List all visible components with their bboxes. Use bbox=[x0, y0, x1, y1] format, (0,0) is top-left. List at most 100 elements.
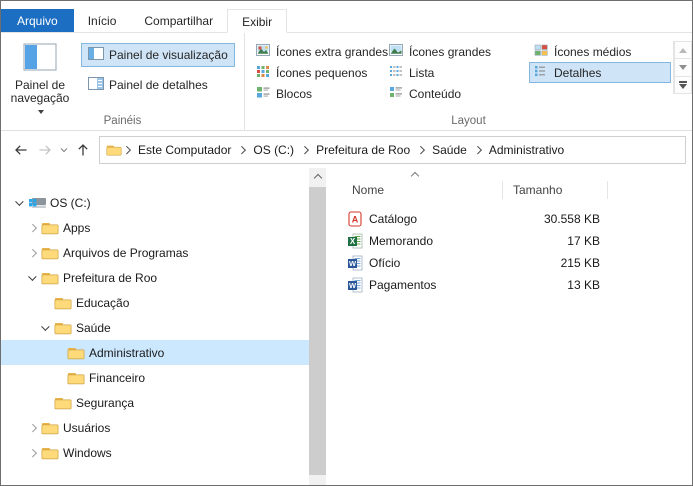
gallery-scroll-down-button[interactable] bbox=[674, 59, 692, 77]
tree-item-prefeitura-de-roo[interactable]: Prefeitura de Roo bbox=[1, 265, 309, 290]
details-pane-toggle[interactable]: Painel de detalhes bbox=[81, 73, 235, 97]
gallery-more-button[interactable] bbox=[674, 76, 692, 94]
tree-item-windows[interactable]: Windows bbox=[1, 440, 309, 465]
small-icons-label: Ícones pequenos bbox=[276, 65, 368, 80]
folder-icon bbox=[40, 271, 60, 285]
file-size: 30.558 KB bbox=[543, 212, 600, 226]
file-explorer-window: Arquivo Início Compartilhar Exibir Paine… bbox=[0, 0, 693, 486]
address-box[interactable]: Este Computador OS (C:) Prefeitura de Ro… bbox=[99, 135, 686, 164]
pdf-file-icon: A bbox=[347, 211, 363, 227]
file-size: 13 KB bbox=[567, 278, 600, 292]
tiles-icon bbox=[256, 86, 270, 101]
back-button[interactable] bbox=[9, 138, 33, 162]
tree-item-label: Apps bbox=[63, 220, 91, 235]
file-list-header: Nome Tamanho bbox=[346, 180, 692, 200]
file-row-oficio[interactable]: W Ofício 215 KB bbox=[346, 252, 692, 274]
forward-button[interactable] bbox=[33, 138, 57, 162]
svg-text:A: A bbox=[352, 215, 359, 225]
view-medium-icons[interactable]: Ícones médios bbox=[529, 41, 671, 62]
chevron-expanded-icon[interactable] bbox=[39, 321, 53, 335]
breadcrumb-separator-icon bbox=[237, 145, 247, 155]
file-size: 215 KB bbox=[560, 256, 600, 270]
gallery-scrollbar bbox=[673, 41, 692, 94]
chevron-down-icon bbox=[60, 147, 68, 152]
view-content[interactable]: Conteúdo bbox=[384, 83, 529, 104]
view-tiles[interactable]: Blocos bbox=[251, 83, 384, 104]
tiles-label: Blocos bbox=[276, 86, 313, 101]
tab-compartilhar[interactable]: Compartilhar bbox=[130, 9, 227, 32]
breadcrumb-os-c[interactable]: OS (C:) bbox=[247, 140, 300, 160]
chevron-expanded-icon[interactable] bbox=[26, 271, 40, 285]
breadcrumb-prefeitura-de-roo[interactable]: Prefeitura de Roo bbox=[310, 140, 416, 160]
tree-item-label: Saúde bbox=[76, 320, 111, 335]
scrollbar-thumb[interactable] bbox=[309, 187, 326, 475]
group-label-paineis: Painéis bbox=[103, 115, 142, 127]
file-row-pagamentos[interactable]: W Pagamentos 13 KB bbox=[346, 274, 692, 296]
view-extra-large-icons[interactable]: Ícones extra grandes bbox=[251, 41, 388, 62]
chevron-collapsed-icon[interactable] bbox=[26, 221, 40, 235]
chevron-collapsed-icon[interactable] bbox=[26, 421, 40, 435]
breadcrumb-administrativo[interactable]: Administrativo bbox=[483, 140, 570, 160]
navigation-pane-button[interactable]: Painel de navegação bbox=[7, 39, 73, 114]
tree-item-label: Usuários bbox=[63, 420, 111, 435]
tree-item-saude[interactable]: Saúde bbox=[1, 315, 309, 340]
breadcrumb-este-computador[interactable]: Este Computador bbox=[132, 140, 237, 160]
preview-pane-toggle[interactable]: Painel de visualização bbox=[81, 43, 235, 67]
column-header-nome[interactable]: Nome bbox=[346, 181, 503, 199]
tree-item-administrativo[interactable]: Administrativo bbox=[1, 340, 309, 365]
back-arrow-icon bbox=[15, 144, 27, 155]
large-icons-icon bbox=[389, 44, 403, 59]
breadcrumb-separator-icon bbox=[416, 145, 426, 155]
folder-icon bbox=[53, 296, 73, 310]
tree-item-apps[interactable]: Apps bbox=[1, 215, 309, 240]
tree-item-label: Educação bbox=[76, 295, 130, 310]
tab-inicio[interactable]: Início bbox=[74, 9, 131, 32]
recent-locations-button[interactable] bbox=[57, 138, 71, 162]
view-large-icons[interactable]: Ícones grandes bbox=[384, 41, 529, 62]
gallery-scroll-up-button[interactable] bbox=[674, 41, 692, 60]
scrollbar-up-arrow[interactable] bbox=[309, 168, 326, 185]
word-file-icon: W bbox=[347, 255, 363, 271]
up-arrow-icon bbox=[78, 143, 88, 155]
tree-item-label: Segurança bbox=[76, 395, 135, 410]
chevron-collapsed-icon[interactable] bbox=[26, 446, 40, 460]
tree-item-seguranca[interactable]: Segurança bbox=[1, 390, 309, 415]
column-header-tamanho[interactable]: Tamanho bbox=[503, 181, 608, 199]
view-details[interactable]: Detalhes bbox=[529, 62, 671, 83]
chevron-placeholder bbox=[39, 396, 53, 410]
chevron-collapsed-icon[interactable] bbox=[26, 246, 40, 260]
svg-text:X: X bbox=[350, 237, 356, 246]
tree-item-financeiro[interactable]: Financeiro bbox=[1, 365, 309, 390]
tree-item-os-c[interactable]: OS (C:) bbox=[1, 190, 309, 215]
ribbon-group-layout: Ícones extra grandes Ícones pequenos Blo… bbox=[244, 33, 692, 130]
view-small-icons[interactable]: Ícones pequenos bbox=[251, 62, 384, 83]
tree-scrollbar[interactable] bbox=[309, 168, 326, 485]
folder-icon bbox=[40, 446, 60, 460]
file-name: Pagamentos bbox=[369, 278, 437, 292]
extra-large-icons-icon bbox=[256, 44, 270, 59]
tree-item-educacao[interactable]: Educação bbox=[1, 290, 309, 315]
file-row-catalogo[interactable]: A Catálogo 30.558 KB bbox=[346, 208, 692, 230]
tab-arquivo[interactable]: Arquivo bbox=[1, 9, 74, 32]
up-button[interactable] bbox=[71, 138, 95, 162]
breadcrumb-saude[interactable]: Saúde bbox=[426, 140, 473, 160]
preview-pane-icon bbox=[88, 47, 104, 63]
large-icons-label: Ícones grandes bbox=[409, 44, 492, 59]
group-label-layout: Layout bbox=[451, 115, 486, 127]
folder-icon bbox=[53, 396, 73, 410]
tree-item-arquivos-de-programas[interactable]: Arquivos de Programas bbox=[1, 240, 309, 265]
tree-item-label: Administrativo bbox=[89, 345, 165, 360]
file-row-memorando[interactable]: X Memorando 17 KB bbox=[346, 230, 692, 252]
details-view-label: Detalhes bbox=[554, 65, 602, 80]
folder-icon bbox=[40, 421, 60, 435]
tab-exibir[interactable]: Exibir bbox=[227, 9, 288, 33]
list-icon bbox=[389, 65, 403, 80]
tree-item-label: Prefeitura de Roo bbox=[63, 270, 158, 285]
tree-item-usuarios[interactable]: Usuários bbox=[1, 415, 309, 440]
view-list[interactable]: Lista bbox=[384, 62, 529, 83]
breadcrumb-separator-icon bbox=[300, 145, 310, 155]
folder-icon bbox=[66, 371, 86, 385]
view-gallery: Ícones extra grandes Ícones pequenos Blo… bbox=[251, 39, 671, 112]
sort-ascending-icon bbox=[346, 170, 692, 180]
chevron-expanded-icon[interactable] bbox=[13, 196, 27, 210]
